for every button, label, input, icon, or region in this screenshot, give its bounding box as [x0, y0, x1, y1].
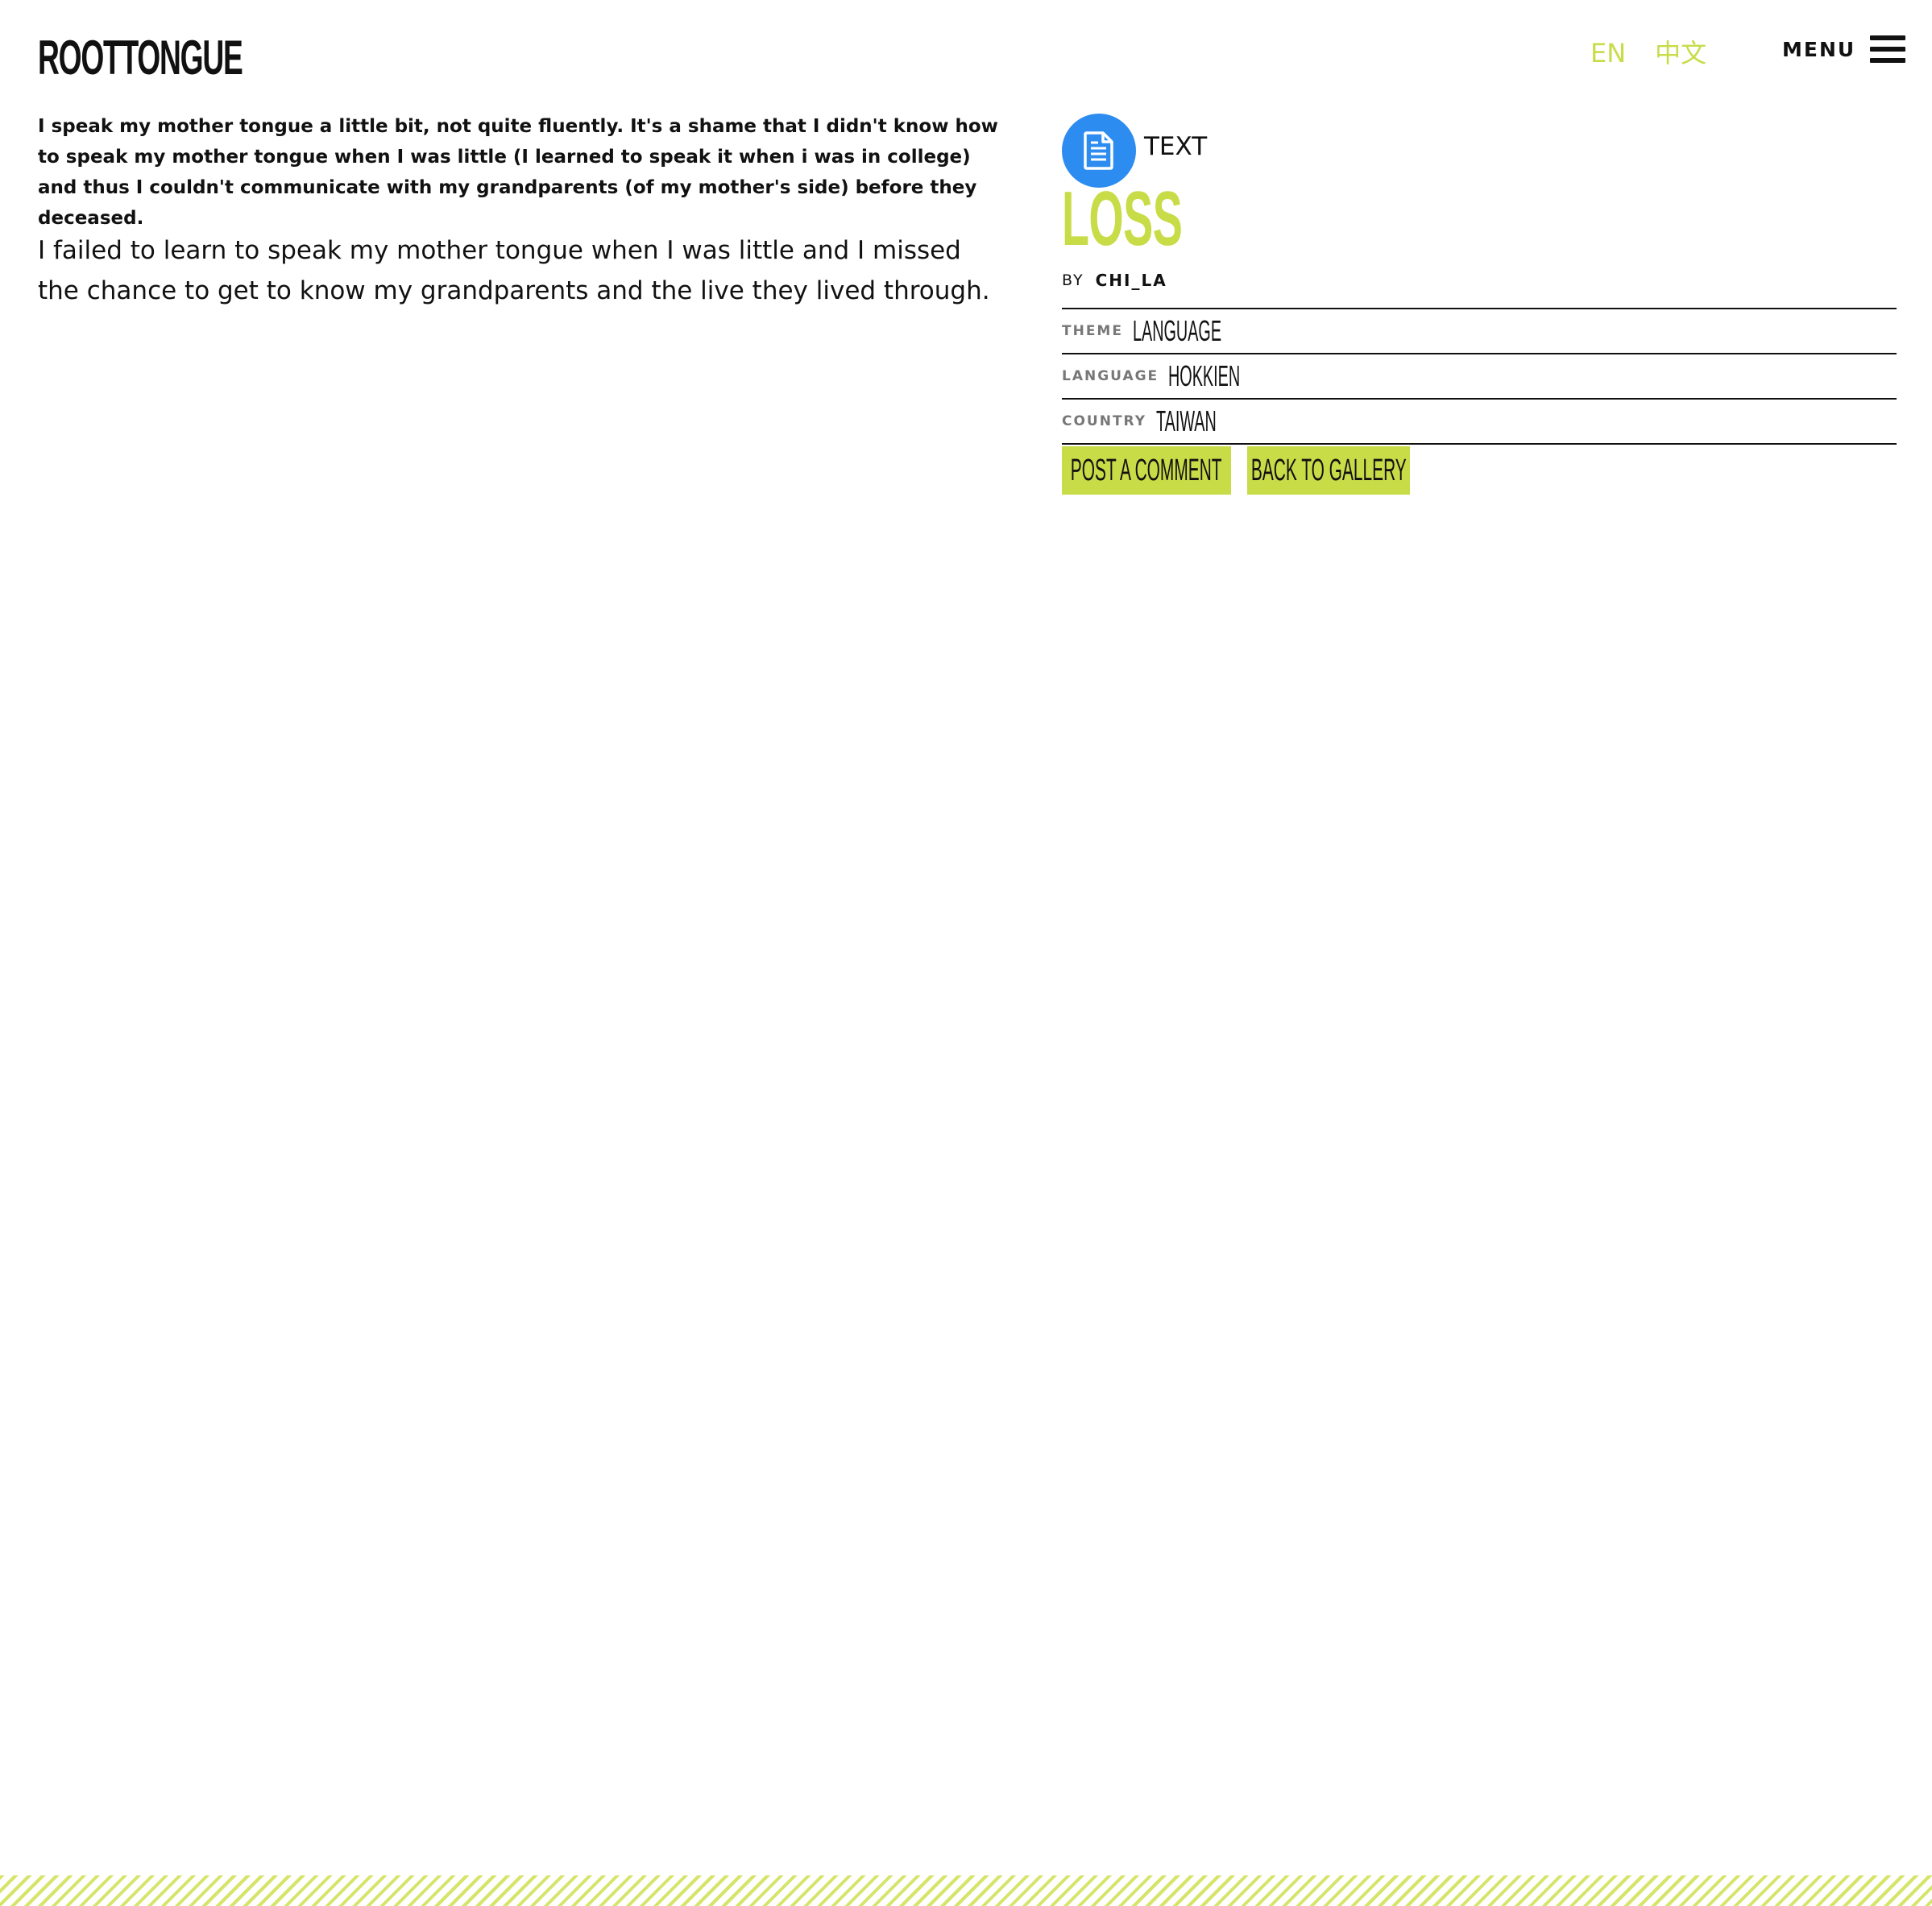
story-text: I failed to learn to speak my mother ton…	[38, 236, 990, 305]
entry-type-label: TEXT	[1144, 132, 1208, 161]
meta-label-theme: THEME	[1062, 323, 1123, 339]
meta-country: COUNTRY TAIWAN	[1062, 400, 1897, 445]
hamburger-icon	[1870, 35, 1906, 63]
byline-label: BY	[1062, 271, 1084, 289]
lang-zh-link[interactable]: 中文	[1655, 35, 1706, 71]
meta-language: LANGUAGE HOKKIEN	[1062, 354, 1897, 400]
meta-label-country: COUNTRY	[1062, 413, 1147, 429]
entry-type: TEXT	[1062, 113, 1897, 189]
meta-value-language[interactable]: HOKKIEN	[1168, 358, 1240, 394]
post-comment-label: POST A COMMENT	[1071, 453, 1222, 487]
author-name[interactable]: CHI_LA	[1096, 271, 1167, 290]
entry-actions: POST A COMMENT BACK TO GALLERY	[1062, 446, 1897, 495]
back-to-gallery-label: BACK TO GALLERY	[1250, 453, 1407, 487]
post-comment-button[interactable]: POST A COMMENT	[1062, 446, 1231, 495]
language-switcher: EN 中文	[1590, 35, 1706, 71]
byline: BY CHI_LA	[1062, 264, 1897, 309]
logo-text: ROOTTONGUE	[38, 31, 243, 85]
footer-stripe	[0, 1875, 1932, 1906]
menu-label: MENU	[1782, 37, 1856, 61]
site-logo[interactable]: ROOTTONGUE	[38, 31, 367, 85]
entry-title-wrap: LOSS	[1062, 180, 1897, 258]
intro-text: I speak my mother tongue a little bit, n…	[38, 116, 998, 229]
back-to-gallery-button[interactable]: BACK TO GALLERY	[1247, 446, 1410, 495]
meta-theme: THEME LANGUAGE	[1062, 309, 1897, 354]
meta-value-theme[interactable]: LANGUAGE	[1133, 313, 1221, 349]
entry-details: TEXT LOSS BY CHI_LA THEME LANGUAGE LANGU…	[1062, 113, 1897, 495]
meta-value-country[interactable]: TAIWAN	[1156, 404, 1217, 439]
lang-en-link[interactable]: EN	[1590, 35, 1626, 71]
meta-label-language: LANGUAGE	[1062, 368, 1159, 384]
menu-button[interactable]: MENU	[1782, 35, 1906, 63]
entry-title: LOSS	[1062, 176, 1183, 262]
